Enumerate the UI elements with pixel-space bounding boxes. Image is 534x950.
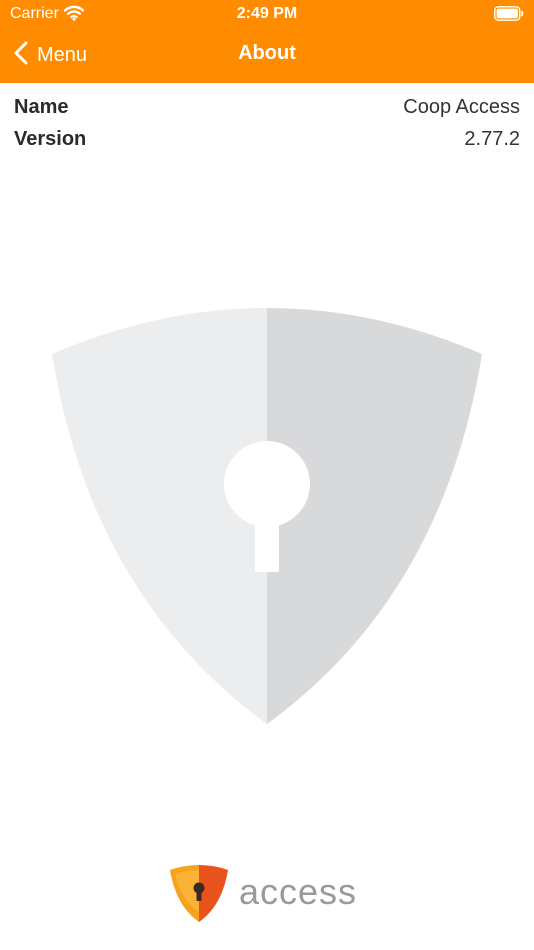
name-value: Coop Access [403,96,520,118]
status-bar: Carrier 2:49 PM [0,0,534,28]
shield-keyhole-logo-icon [168,864,228,929]
shield-keyhole-icon [51,306,483,731]
top-bar: Carrier 2:49 PM Menu About [0,0,534,83]
page-title: About [238,42,296,64]
info-row-version: Version 2.77.2 [14,128,520,156]
battery-icon [494,6,524,26]
name-label: Name [14,96,69,118]
version-value: 2.77.2 [464,128,520,150]
version-label: Version [14,128,87,150]
status-time: 2:49 PM [236,5,298,22]
navigation-bar: Menu About [0,28,534,83]
info-row-name: Name Coop Access [14,96,520,124]
brand-logo: access [168,864,368,924]
brand-wordmark: access [239,871,358,912]
